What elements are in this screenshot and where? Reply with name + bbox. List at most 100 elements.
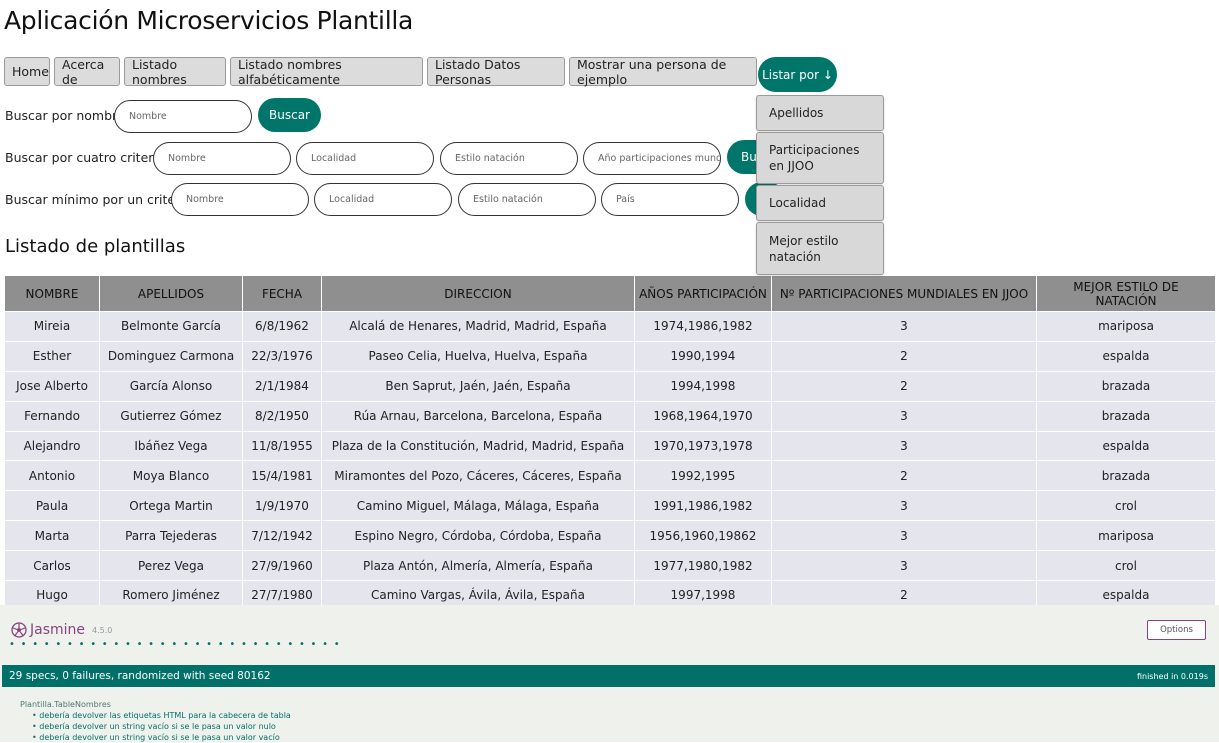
cell-direccion: Paseo Celia, Huelva, Huelva, España	[321, 340, 635, 372]
cell-anios: 1994,1998	[634, 370, 772, 402]
cell-nombre: Jose Alberto	[4, 370, 100, 402]
cell-fecha: 27/9/1960	[242, 550, 322, 582]
cell-estilo: mariposa	[1036, 311, 1216, 342]
table-row: Marta Parra Tejederas 7/12/1942 Espino Negr…	[4, 520, 1216, 552]
cell-direccion: Alcalá de Henares, Madrid, Madrid, Españ…	[321, 311, 635, 342]
table-header-row: NOMBRE APELLIDOS FECHA DIRECCION AÑOS PA…	[4, 275, 1216, 312]
table-row: Mireia Belmonte García 6/8/1962 Alcalá de H…	[4, 311, 1216, 342]
nav-mostrar-persona-button[interactable]: Mostrar una persona de ejemplo	[569, 57, 757, 87]
cell-fecha: 27/7/1980	[242, 580, 322, 605]
cell-estilo: espalda	[1036, 340, 1216, 372]
results-summary: 29 specs, 0 failures, randomized with se…	[9, 670, 271, 682]
finished-time: finished in 0.019s	[1136, 671, 1208, 681]
cell-participaciones: 2	[771, 580, 1037, 605]
cell-estilo: brazada	[1036, 400, 1216, 432]
plantillas-table-container[interactable]: NOMBRE APELLIDOS FECHA DIRECCION AÑOS PA…	[4, 275, 1218, 605]
suite-name[interactable]: Plantilla.TableNombres	[20, 699, 291, 710]
cell-apellidos: Gutierrez Gómez	[99, 400, 243, 432]
header-estilo: MEJOR ESTILO DE NATACIÓN	[1036, 275, 1216, 312]
search-four-localidad-input[interactable]: Localidad	[296, 142, 434, 175]
header-direccion: DIRECCION	[321, 275, 635, 312]
cell-anios: 1974,1986,1982	[634, 311, 772, 342]
table-body: Mireia Belmonte García 6/8/1962 Alcalá de H…	[4, 311, 1216, 605]
spec-item[interactable]: debería devolver un string vacío si se l…	[32, 721, 291, 732]
spec-item[interactable]: debería devolver las etiquetas HTML para…	[32, 710, 291, 721]
nav-listado-alfabetico-button[interactable]: Listado nombres alfabéticamente	[230, 57, 423, 87]
spec-item[interactable]: debería devolver un string vacío si se l…	[32, 732, 291, 743]
cell-fecha: 22/3/1976	[242, 340, 322, 372]
nav-listado-datos-button[interactable]: Listado Datos Personas	[427, 57, 565, 87]
cell-participaciones: 3	[771, 490, 1037, 522]
cell-apellidos: Romero Jiménez	[99, 580, 243, 605]
search-four-nombre-input[interactable]: Nombre	[153, 142, 291, 175]
cell-nombre: Mireia	[4, 311, 100, 342]
cell-anios: 1992,1995	[634, 460, 772, 492]
cell-direccion: Plaza de la Constitución, Madrid, Madrid…	[321, 430, 635, 462]
header-participaciones: Nº PARTICIPACIONES MUNDIALES EN JJOO	[771, 275, 1037, 312]
cell-direccion: Espino Negro, Córdoba, Córdoba, España	[321, 520, 635, 552]
jasmine-reporter: Jasmine 4.5.0 Options ••••••••••••••••••…	[0, 605, 1219, 742]
cell-direccion: Ben Saprut, Jaén, Jaén, España	[321, 370, 635, 402]
header-fecha: FECHA	[242, 275, 322, 312]
search-min-estilo-input[interactable]: Estilo natación	[458, 183, 596, 216]
search-min-localidad-input[interactable]: Localidad	[314, 183, 452, 216]
cell-apellidos: Belmonte García	[99, 311, 243, 342]
cell-participaciones: 3	[771, 311, 1037, 342]
table-row: Antonio Moya Blanco 15/4/1981 Miramontes de…	[4, 460, 1216, 492]
cell-participaciones: 3	[771, 550, 1037, 582]
jasmine-logo-text: Jasmine	[30, 622, 86, 638]
cell-estilo: crol	[1036, 550, 1216, 582]
cell-apellidos: Perez Vega	[99, 550, 243, 582]
cell-fecha: 7/12/1942	[242, 520, 322, 552]
cell-direccion: Camino Miguel, Málaga, Málaga, España	[321, 490, 635, 522]
cell-anios: 1956,1960,19862	[634, 520, 772, 552]
dropdown-item-estilo[interactable]: Mejor estilo natación	[756, 222, 884, 275]
cell-direccion: Rúa Arnau, Barcelona, Barcelona, España	[321, 400, 635, 432]
cell-anios: 1997,1998	[634, 580, 772, 605]
cell-nombre: Antonio	[4, 460, 100, 492]
options-button[interactable]: Options	[1147, 620, 1206, 640]
nav-listado-nombres-button[interactable]: Listado nombres	[124, 57, 226, 87]
search-min-nombre-input[interactable]: Nombre	[171, 183, 309, 216]
jasmine-logo[interactable]: Jasmine	[11, 622, 85, 638]
cell-anios: 1970,1973,1978	[634, 430, 772, 462]
header-nombre: NOMBRE	[4, 275, 100, 312]
cell-fecha: 8/2/1950	[242, 400, 322, 432]
cell-participaciones: 3	[771, 520, 1037, 552]
listar-por-button[interactable]: Listar por ↓	[758, 57, 837, 92]
cell-nombre: Marta	[4, 520, 100, 552]
nav-home-button[interactable]: Home	[4, 57, 50, 86]
dropdown-item-localidad[interactable]: Localidad	[756, 185, 884, 221]
search-four-label: Buscar por cuatro criterios:	[5, 150, 176, 165]
dropdown-item-apellidos[interactable]: Apellidos	[756, 95, 884, 131]
list-title: Listado de plantillas	[5, 236, 186, 257]
cell-participaciones: 2	[771, 370, 1037, 402]
cell-participaciones: 3	[771, 430, 1037, 462]
cell-direccion: Miramontes del Pozo, Cáceres, Cáceres, E…	[321, 460, 635, 492]
cell-apellidos: Ibáñez Vega	[99, 430, 243, 462]
cell-direccion: Plaza Antón, Almería, Almería, España	[321, 550, 635, 582]
cell-nombre: Esther	[4, 340, 100, 372]
cell-estilo: mariposa	[1036, 520, 1216, 552]
search-four-anio-input[interactable]: Año participaciones mundi	[583, 142, 721, 175]
search-name-button[interactable]: Buscar	[258, 98, 321, 132]
jasmine-flower-icon	[11, 622, 27, 638]
listar-por-dropdown: Apellidos Participaciones en JJOO Locali…	[756, 95, 884, 276]
cell-fecha: 2/1/1984	[242, 370, 322, 402]
page-title: Aplicación Microservicios Plantilla	[4, 6, 414, 35]
cell-fecha: 6/8/1962	[242, 311, 322, 342]
dropdown-item-participaciones[interactable]: Participaciones en JJOO	[756, 132, 884, 184]
jasmine-version: 4.5.0	[92, 626, 113, 635]
table-row: Fernando Gutierrez Gómez 8/2/1950 Rúa Arnau…	[4, 400, 1216, 432]
search-four-estilo-input[interactable]: Estilo natación	[440, 142, 578, 175]
plantillas-table: NOMBRE APELLIDOS FECHA DIRECCION AÑOS PA…	[4, 275, 1216, 605]
table-row: Carlos Perez Vega 27/9/1960 Plaza Antón, Al…	[4, 550, 1216, 582]
search-min-pais-input[interactable]: País	[601, 183, 739, 216]
search-name-label: Buscar por nombre:	[5, 108, 129, 123]
cell-estilo: espalda	[1036, 430, 1216, 462]
search-name-input[interactable]: Nombre	[114, 100, 252, 133]
table-row: Hugo Romero Jiménez 27/7/1980 Camino Vargas…	[4, 580, 1216, 605]
nav-acerca-button[interactable]: Acerca de	[54, 57, 120, 87]
cell-nombre: Hugo	[4, 580, 100, 605]
cell-participaciones: 3	[771, 400, 1037, 432]
